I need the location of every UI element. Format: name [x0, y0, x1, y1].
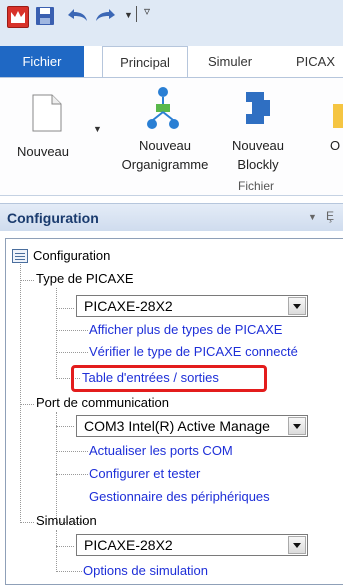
configuration-panel-header: Configuration ▼ Ȩ [0, 203, 343, 231]
chevron-down-icon[interactable] [288, 297, 306, 315]
tab-principal[interactable]: Principal [102, 46, 188, 78]
new-blockly-button[interactable]: Nouveau Blockly [226, 136, 290, 174]
link-refresh-com[interactable]: Actualiser les ports COM [89, 443, 233, 458]
tab-simuler[interactable]: Simuler [208, 46, 252, 78]
redo-dropdown-icon[interactable]: ▼ [124, 10, 133, 20]
new-dropdown-icon[interactable]: ▼ [93, 124, 102, 134]
picaxe-type-select[interactable]: PICAXE-28X2 [76, 295, 308, 317]
tree-line [56, 546, 74, 547]
link-config-test[interactable]: Configurer et tester [89, 466, 200, 481]
tree-line [56, 412, 57, 524]
chevron-down-icon[interactable] [288, 536, 306, 554]
tree-group-simulation[interactable]: Simulation [36, 513, 97, 528]
tree-line [56, 426, 74, 427]
highlight-box [71, 365, 267, 392]
tab-file[interactable]: Fichier [0, 46, 84, 78]
configuration-icon [12, 249, 28, 263]
tree-line [56, 474, 88, 475]
open-button-label: O [330, 138, 341, 153]
new-flowchart-label-2: Organigramme [121, 157, 209, 172]
simulation-type-value: PICAXE-28X2 [84, 537, 173, 553]
link-verify-type[interactable]: Vérifier le type de PICAXE connecté [89, 344, 298, 359]
ribbon-group-label: Fichier [238, 179, 275, 193]
ribbon-panel: ▼ Nouveau Nouveau Organigramme Nouveau B… [0, 78, 343, 196]
new-flowchart-button[interactable]: Nouveau Organigramme [106, 136, 224, 174]
redo-icon[interactable] [94, 6, 118, 24]
open-button[interactable]: O [330, 136, 343, 155]
tree-line [56, 530, 57, 572]
tree-line [56, 308, 74, 309]
tree-line [56, 330, 88, 331]
picaxe-type-value: PICAXE-28X2 [84, 298, 173, 314]
chevron-down-icon[interactable] [288, 417, 306, 435]
com-port-value: COM3 Intel(R) Active Manage [84, 418, 270, 434]
toolbar-separator [136, 6, 137, 22]
tree-line [20, 280, 34, 281]
tree-line [20, 404, 34, 405]
app-logo-icon[interactable] [7, 6, 29, 28]
new-blockly-label-1: Nouveau [231, 138, 285, 153]
simulation-type-select[interactable]: PICAXE-28X2 [76, 534, 308, 556]
tree-line [56, 352, 88, 353]
tree-group-port[interactable]: Port de communication [36, 395, 169, 410]
undo-icon[interactable] [65, 6, 89, 24]
flowchart-icon[interactable] [145, 86, 181, 132]
link-simulation-options[interactable]: Options de simulation [83, 563, 208, 578]
panel-dropdown-icon[interactable]: ▼ [308, 212, 317, 222]
panel-pin-icon[interactable]: Ȩ [326, 209, 334, 223]
link-more-types[interactable]: Afficher plus de types de PICAXE [89, 322, 282, 337]
customize-toolbar-icon[interactable]: ▿ [144, 4, 150, 18]
link-device-manager[interactable]: Gestionnaire des périphériques [89, 489, 270, 504]
tree-group-type[interactable]: Type de PICAXE [36, 271, 134, 286]
com-port-select[interactable]: COM3 Intel(R) Active Manage [76, 415, 308, 437]
tree-line [20, 262, 21, 523]
tree-line [56, 288, 57, 379]
panel-title: Configuration [7, 210, 99, 226]
new-button-label: Nouveau [16, 144, 70, 159]
tree-line [56, 451, 88, 452]
new-button[interactable]: Nouveau [12, 142, 74, 161]
open-folder-icon[interactable] [333, 104, 343, 128]
new-document-icon[interactable] [32, 94, 62, 132]
blockly-icon[interactable] [242, 88, 276, 128]
new-flowchart-label-1: Nouveau [138, 138, 192, 153]
tree-line [56, 571, 82, 572]
new-blockly-label-2: Blockly [237, 157, 279, 172]
tree-root[interactable]: Configuration [33, 248, 110, 263]
save-icon[interactable] [35, 6, 55, 26]
quick-access-toolbar: ▼ ▿ [0, 0, 343, 46]
tab-picaxe[interactable]: PICAX [296, 46, 335, 78]
tree-line [20, 522, 34, 523]
